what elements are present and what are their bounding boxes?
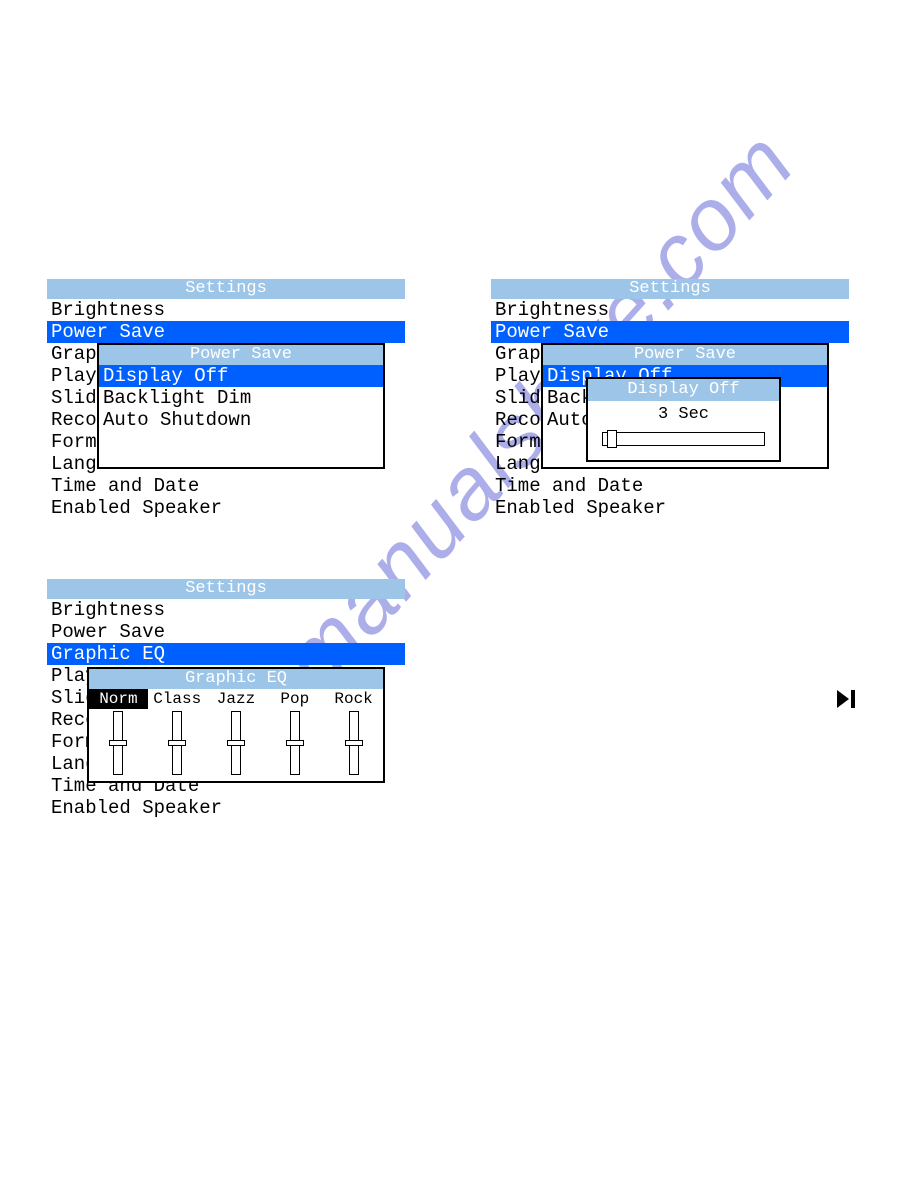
- slider-value: 3 Sec: [588, 401, 779, 426]
- submenu-title: Power Save: [543, 345, 827, 365]
- eq-label-norm: Norm: [89, 689, 148, 709]
- menu-brightness[interactable]: Brightness: [491, 299, 849, 321]
- submenu-title: Power Save: [99, 345, 383, 365]
- eq-slider-rock[interactable]: [349, 711, 359, 775]
- menu-time-date[interactable]: Time and Date: [47, 475, 405, 497]
- menu-brightness[interactable]: Brightness: [47, 299, 405, 321]
- panel-title: Settings: [47, 579, 405, 599]
- menu-enabled-speaker[interactable]: Enabled Speaker: [47, 497, 405, 519]
- display-off-slider-popup: Display Off 3 Sec: [586, 377, 781, 462]
- settings-panel-1: Settings Brightness Power Save Graphi Pl…: [46, 278, 406, 520]
- menu-power-save[interactable]: Power Save: [491, 321, 849, 343]
- panel-title: Settings: [491, 279, 849, 299]
- slider-title: Display Off: [588, 379, 779, 401]
- eq-preset-rock[interactable]: Rock: [324, 689, 383, 781]
- eq-slider-pop[interactable]: [290, 711, 300, 775]
- play-pause-icon[interactable]: [837, 690, 863, 713]
- slider-thumb[interactable]: [607, 430, 617, 448]
- eq-title: Graphic EQ: [89, 669, 383, 689]
- power-save-submenu: Power Save Display Off Backlight Dim Aut…: [97, 343, 385, 469]
- settings-panel-3: Settings Brightness Power Save Graphic E…: [46, 578, 406, 820]
- eq-preset-pop[interactable]: Pop: [265, 689, 324, 781]
- menu-power-save[interactable]: Power Save: [47, 321, 405, 343]
- menu-enabled-speaker[interactable]: Enabled Speaker: [47, 797, 405, 819]
- eq-slider-jazz[interactable]: [231, 711, 241, 775]
- menu-enabled-speaker[interactable]: Enabled Speaker: [491, 497, 849, 519]
- eq-label-pop: Pop: [265, 689, 324, 709]
- menu-brightness[interactable]: Brightness: [47, 599, 405, 621]
- menu-time-date[interactable]: Time and Date: [491, 475, 849, 497]
- menu-power-save[interactable]: Power Save: [47, 621, 405, 643]
- eq-preset-jazz[interactable]: Jazz: [207, 689, 266, 781]
- submenu-auto-shutdown[interactable]: Auto Shutdown: [99, 409, 383, 431]
- slider-track[interactable]: [602, 432, 765, 446]
- eq-slider-class[interactable]: [172, 711, 182, 775]
- eq-slider-norm[interactable]: [113, 711, 123, 775]
- settings-panel-2: Settings Brightness Power Save Graphi Pl…: [490, 278, 850, 520]
- panel-title: Settings: [47, 279, 405, 299]
- eq-label-jazz: Jazz: [207, 689, 266, 709]
- menu-graphic-eq[interactable]: Graphic EQ: [47, 643, 405, 665]
- graphic-eq-submenu: Graphic EQ Norm Class Jazz Pop Rock: [87, 667, 385, 783]
- submenu-display-off[interactable]: Display Off: [99, 365, 383, 387]
- eq-preset-norm[interactable]: Norm: [89, 689, 148, 781]
- eq-presets: Norm Class Jazz Pop Rock: [89, 689, 383, 781]
- submenu-backlight-dim[interactable]: Backlight Dim: [99, 387, 383, 409]
- eq-label-class: Class: [148, 689, 207, 709]
- eq-preset-class[interactable]: Class: [148, 689, 207, 781]
- eq-label-rock: Rock: [324, 689, 383, 709]
